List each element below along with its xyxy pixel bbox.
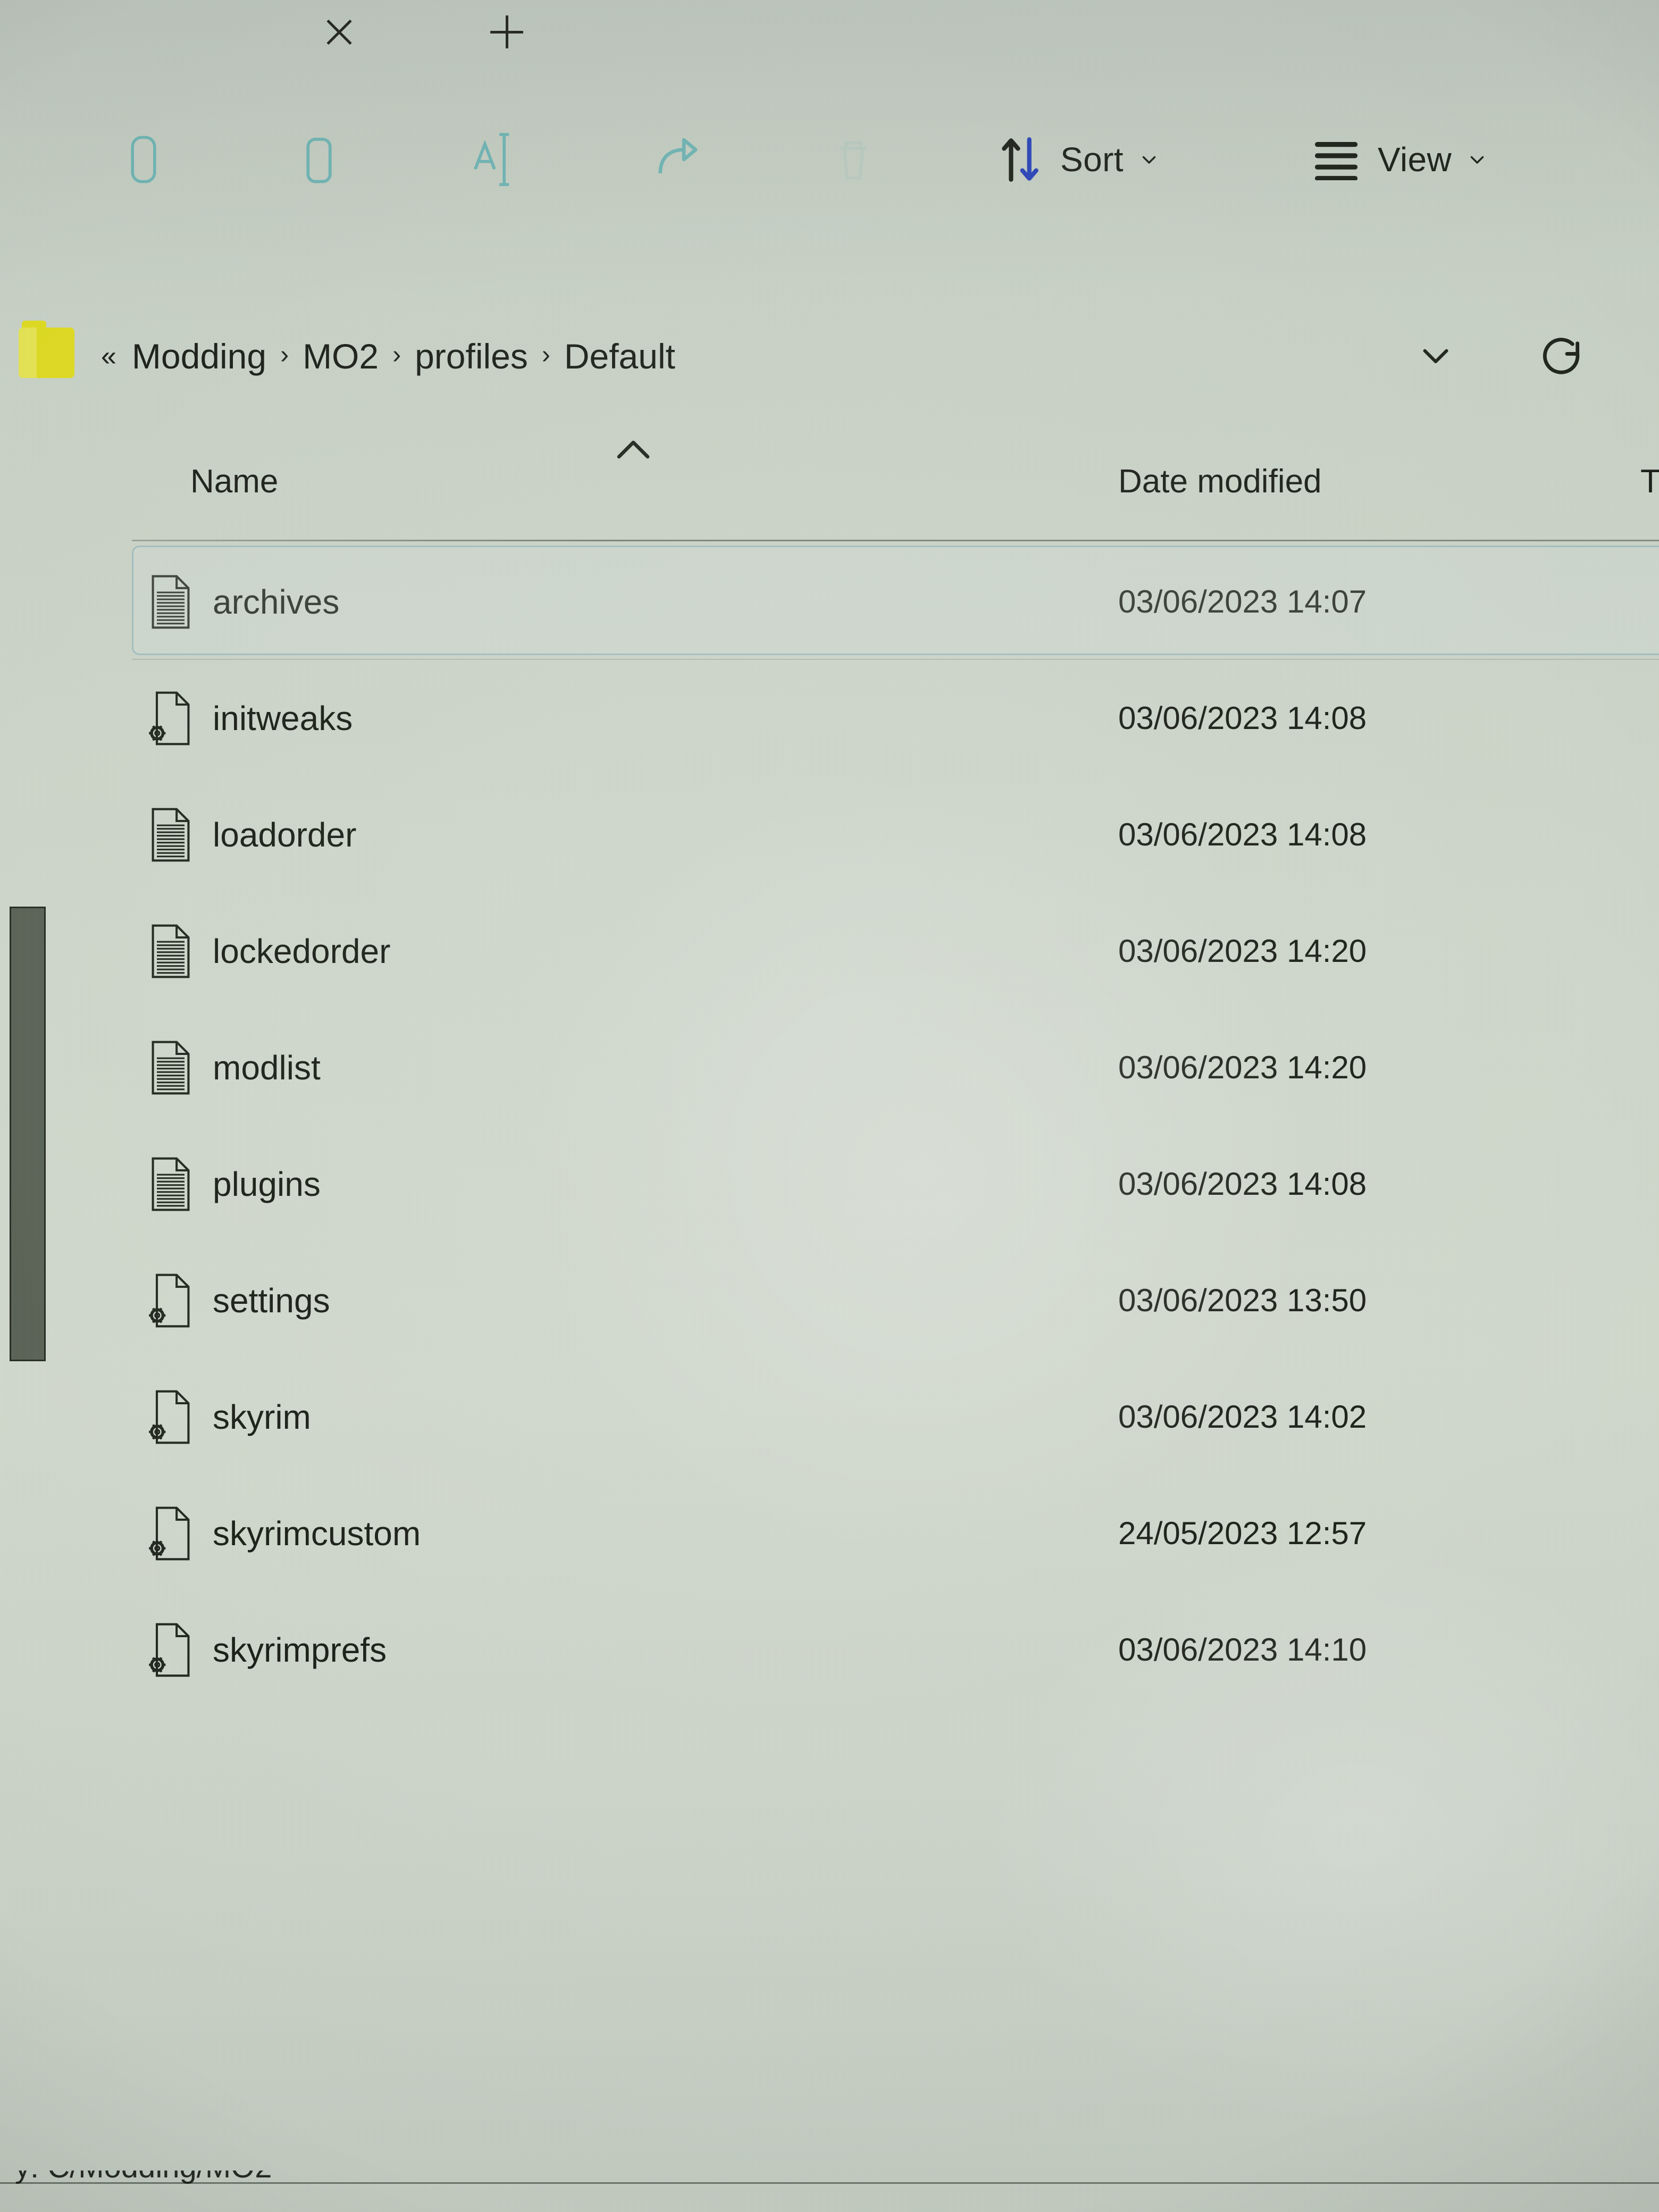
file-type-icon bbox=[149, 1620, 198, 1680]
configuration-settings-icon bbox=[149, 1273, 190, 1327]
share-icon bbox=[658, 138, 698, 174]
column-header-date-modified[interactable]: Date modified bbox=[1118, 463, 1322, 500]
file-name: settings bbox=[213, 1281, 330, 1320]
table-row[interactable]: plugins 03/06/2023 14:08 bbox=[0, 1126, 1659, 1242]
plus-icon bbox=[490, 15, 523, 48]
view-lines-icon bbox=[1314, 142, 1358, 180]
file-type-icon bbox=[149, 805, 198, 865]
new-tab-button[interactable] bbox=[475, 0, 539, 64]
cut-button[interactable] bbox=[98, 114, 189, 205]
file-name: skyrimprefs bbox=[213, 1630, 387, 1669]
view-label: View bbox=[1378, 140, 1452, 179]
chevron-down-icon bbox=[1142, 156, 1156, 164]
file-type-icon bbox=[149, 1038, 198, 1097]
file-name: archives bbox=[213, 582, 340, 621]
file-name: modlist bbox=[213, 1048, 321, 1087]
delete-button[interactable] bbox=[808, 114, 899, 205]
folder-icon bbox=[19, 321, 74, 378]
header-divider bbox=[132, 540, 1659, 541]
file-date-modified: 03/06/2023 14:08 bbox=[1118, 700, 1367, 736]
table-row[interactable]: settings 03/06/2023 13:50 bbox=[0, 1242, 1659, 1359]
text-document-icon bbox=[152, 1157, 190, 1211]
file-name: skyrim bbox=[213, 1397, 311, 1436]
file-type-icon bbox=[149, 689, 198, 748]
rename-button[interactable] bbox=[449, 114, 540, 205]
table-row[interactable]: initweaks 03/06/2023 14:08 bbox=[0, 660, 1659, 776]
trash-icon bbox=[840, 141, 867, 180]
column-header-row: Name Date modified T bbox=[0, 420, 1659, 532]
breadcrumb-item-default[interactable]: Default bbox=[562, 336, 677, 376]
file-type-icon bbox=[149, 1154, 198, 1214]
file-type-icon bbox=[149, 921, 198, 981]
file-name: lockedorder bbox=[213, 932, 391, 970]
sort-button[interactable]: Sort bbox=[1000, 114, 1159, 205]
sort-label: Sort bbox=[1060, 140, 1124, 179]
view-button[interactable]: View bbox=[1311, 114, 1487, 205]
file-list: archives 03/06/2023 14:07 initweaks 03/06/2… bbox=[0, 543, 1659, 1708]
file-date-modified: 03/06/2023 14:02 bbox=[1118, 1399, 1367, 1435]
chevron-down-icon[interactable] bbox=[1417, 336, 1454, 373]
tab-strip bbox=[0, 0, 1659, 74]
status-bar: y: C/Modding/MO2 bbox=[0, 2171, 1659, 2212]
breadcrumb-separator-icon: › bbox=[541, 340, 550, 369]
rename-icon bbox=[474, 132, 509, 187]
command-bar: Sort View bbox=[0, 114, 1659, 210]
file-date-modified: 03/06/2023 14:20 bbox=[1118, 933, 1367, 969]
breadcrumb: « Modding › MO2 › profiles › Default bbox=[101, 314, 677, 399]
configuration-settings-icon bbox=[149, 691, 190, 745]
chevron-down-icon bbox=[1470, 156, 1484, 164]
column-header-type[interactable]: T bbox=[1640, 463, 1659, 500]
file-type-icon bbox=[149, 1504, 198, 1563]
file-name: plugins bbox=[213, 1164, 321, 1203]
breadcrumb-item-mo2[interactable]: MO2 bbox=[300, 336, 381, 376]
file-date-modified: 03/06/2023 14:08 bbox=[1118, 817, 1367, 852]
vertical-scrollbar-thumb[interactable] bbox=[10, 907, 46, 1361]
table-row[interactable]: skyrimcustom 24/05/2023 12:57 bbox=[0, 1475, 1659, 1591]
configuration-settings-icon bbox=[149, 1390, 190, 1444]
breadcrumb-item-profiles[interactable]: profiles bbox=[413, 336, 530, 376]
cut-icon bbox=[131, 136, 156, 183]
copy-button[interactable] bbox=[274, 114, 364, 205]
file-date-modified: 03/06/2023 14:08 bbox=[1118, 1166, 1367, 1202]
file-type-icon bbox=[149, 1271, 198, 1330]
breadcrumb-separator-icon: › bbox=[280, 340, 289, 369]
close-tab-button[interactable] bbox=[307, 0, 371, 64]
copy-icon bbox=[306, 138, 332, 183]
text-document-icon bbox=[152, 575, 190, 629]
file-date-modified: 03/06/2023 14:07 bbox=[1118, 584, 1367, 619]
explorer-window: Sort View « Modding › MO2 › profiles › D… bbox=[0, 0, 1659, 2212]
file-date-modified: 03/06/2023 14:10 bbox=[1118, 1632, 1367, 1668]
text-document-icon bbox=[152, 924, 190, 978]
column-header-name[interactable]: Name bbox=[190, 463, 278, 500]
text-document-icon bbox=[152, 1041, 190, 1094]
table-row[interactable]: modlist 03/06/2023 14:20 bbox=[0, 1009, 1659, 1126]
share-button[interactable] bbox=[633, 114, 723, 205]
breadcrumb-separator-icon: › bbox=[392, 340, 401, 369]
configuration-settings-icon bbox=[149, 1506, 190, 1560]
file-date-modified: 03/06/2023 13:50 bbox=[1118, 1283, 1367, 1318]
sort-arrows-icon bbox=[1002, 137, 1038, 182]
table-row[interactable]: skyrim 03/06/2023 14:02 bbox=[0, 1359, 1659, 1475]
close-icon bbox=[323, 15, 356, 48]
file-date-modified: 03/06/2023 14:20 bbox=[1118, 1050, 1367, 1085]
configuration-settings-icon bbox=[149, 1623, 190, 1677]
text-document-icon bbox=[152, 808, 190, 861]
status-path-text: y: C/Modding/MO2 bbox=[15, 2171, 272, 2185]
file-name: loadorder bbox=[213, 815, 357, 854]
breadcrumb-overflow-icon[interactable]: « bbox=[101, 340, 116, 372]
refresh-icon[interactable] bbox=[1539, 333, 1585, 379]
file-name: initweaks bbox=[213, 699, 353, 738]
table-row[interactable]: loadorder 03/06/2023 14:08 bbox=[0, 776, 1659, 893]
table-row[interactable]: archives 03/06/2023 14:07 bbox=[0, 543, 1659, 660]
sort-ascending-caret-icon bbox=[617, 440, 650, 459]
table-row[interactable]: lockedorder 03/06/2023 14:20 bbox=[0, 893, 1659, 1009]
table-row[interactable]: skyrimprefs 03/06/2023 14:10 bbox=[0, 1591, 1659, 1708]
file-type-icon bbox=[149, 1387, 198, 1447]
address-bar[interactable]: « Modding › MO2 › profiles › Default bbox=[0, 314, 1659, 399]
breadcrumb-item-modding[interactable]: Modding bbox=[130, 336, 269, 376]
file-date-modified: 24/05/2023 12:57 bbox=[1118, 1515, 1367, 1551]
file-name: skyrimcustom bbox=[213, 1514, 421, 1553]
file-type-icon bbox=[149, 572, 198, 632]
